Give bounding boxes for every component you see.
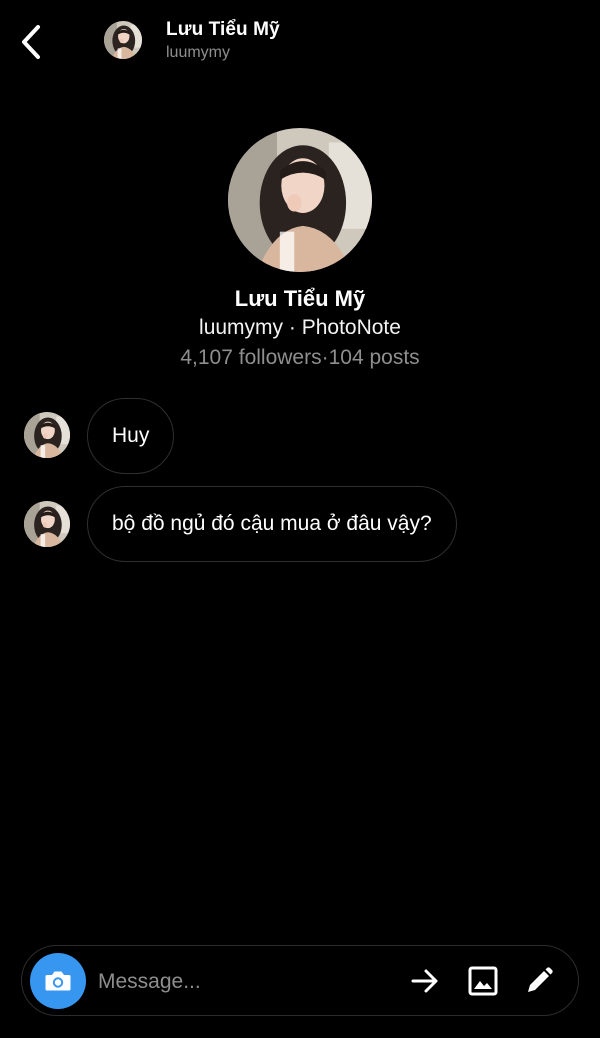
message-avatar[interactable] [24,501,70,547]
message-input[interactable] [96,962,400,1002]
arrow-right-icon [411,969,438,993]
sticker-button[interactable] [520,962,558,1000]
header-handle: luumymy [166,44,231,61]
chevron-left-icon [22,25,40,59]
profile-name: Lưu Tiểu Mỹ [234,286,366,311]
send-button[interactable] [406,962,444,1000]
top-bar: Lưu Tiểu Mỹ luumymy [0,0,600,80]
image-icon [468,966,498,996]
message-bubble[interactable]: bộ đồ ngủ đó cậu mua ở đâu vậy? [87,486,457,562]
camera-button[interactable] [30,953,86,1009]
profile-avatar[interactable] [228,128,372,272]
back-button[interactable] [14,22,48,62]
profile-subtitle: luumymy · PhotoNote [199,316,401,339]
profile-stats: 4,107 followers·104 posts [180,346,420,369]
header-avatar[interactable] [104,21,142,59]
header-name[interactable]: Lưu Tiểu Mỹ [166,19,280,41]
message-avatar[interactable] [24,412,70,458]
pencil-icon [528,967,553,992]
gallery-button[interactable] [464,962,502,1000]
camera-icon [45,971,71,991]
message-composer [21,945,579,1016]
message-bubble[interactable]: Huy [87,398,175,474]
